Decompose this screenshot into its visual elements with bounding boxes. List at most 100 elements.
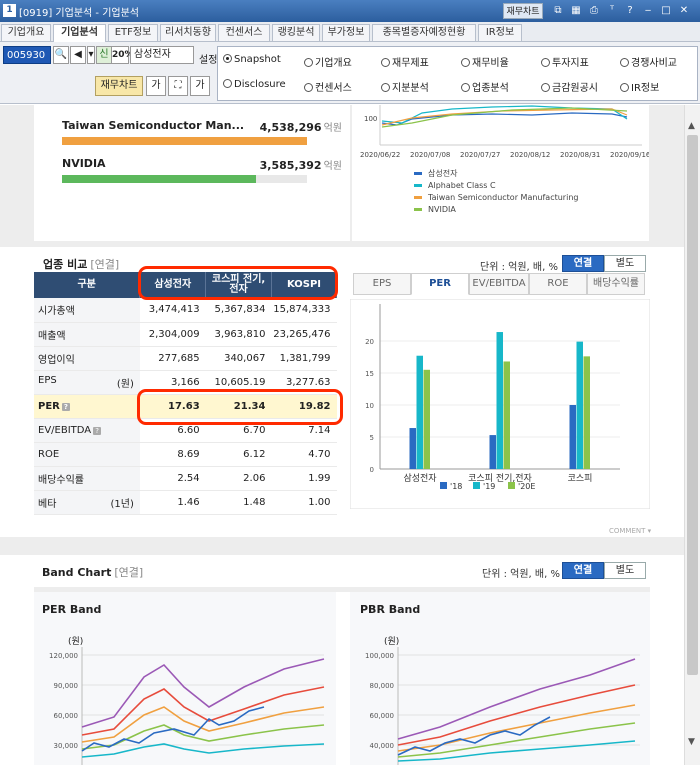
tab-2[interactable]: ETF정보 bbox=[108, 24, 158, 41]
stock-name-field[interactable]: 삼성전자 bbox=[130, 46, 194, 64]
tab-4[interactable]: 컨센서스 bbox=[218, 24, 270, 41]
dropdown-arrow-icon[interactable]: ▾ bbox=[87, 46, 95, 64]
radio-label: IR정보 bbox=[631, 83, 660, 94]
title-fin-chart-button[interactable]: 재무차트 bbox=[503, 3, 543, 19]
per-band-title: PER Band bbox=[42, 603, 102, 616]
value-text: 4,538,296 bbox=[259, 121, 322, 134]
radio-dot[interactable] bbox=[541, 58, 550, 67]
info-icon[interactable]: ? bbox=[93, 426, 102, 435]
y-tick-label: 10 bbox=[365, 402, 374, 410]
row-label: 배당수익률 bbox=[38, 474, 84, 486]
row-label: ROE bbox=[38, 448, 60, 460]
chart-tab-3[interactable]: ROE bbox=[529, 273, 587, 295]
tab-7[interactable]: 종목별증자예정현황 bbox=[372, 24, 476, 41]
annotation-header-box bbox=[138, 266, 338, 300]
consolidated-toggle[interactable]: 연결 bbox=[562, 255, 604, 272]
close-icon[interactable]: ✕ bbox=[677, 4, 691, 18]
scroll-down-icon[interactable]: ▼ bbox=[688, 737, 695, 747]
row-label: 매출액 bbox=[38, 330, 66, 342]
radio-dot[interactable] bbox=[461, 83, 470, 92]
radio-dot[interactable] bbox=[381, 58, 390, 67]
radio-option[interactable]: IR정보 bbox=[620, 79, 659, 94]
search-icon[interactable]: 🔍 bbox=[53, 46, 69, 64]
bar-18-0 bbox=[409, 428, 416, 469]
tab-6[interactable]: 부가정보 bbox=[322, 24, 370, 41]
table-cell: 5,367,834 bbox=[205, 298, 272, 323]
maximize-icon[interactable]: □ bbox=[659, 4, 673, 18]
legend-label: '18 bbox=[450, 482, 462, 491]
radio-dot[interactable] bbox=[304, 58, 313, 67]
tab-8[interactable]: IR정보 bbox=[478, 24, 522, 41]
print-icon[interactable]: ⎙ bbox=[587, 4, 601, 18]
stock-code-input[interactable]: 005930 bbox=[3, 46, 51, 64]
tab-1[interactable]: 기업분석 bbox=[53, 24, 106, 42]
chart-tab-4[interactable]: 배당수익률 bbox=[587, 273, 645, 295]
radio-option[interactable]: 경쟁사비교 bbox=[620, 54, 677, 69]
bar-20E-0 bbox=[423, 369, 430, 469]
band-separate-toggle[interactable]: 별도 bbox=[604, 562, 646, 579]
expand-icon[interactable]: ⛶ bbox=[168, 76, 188, 96]
restore-icon[interactable]: ⧉ bbox=[551, 4, 565, 18]
scroll-up-icon[interactable]: ▲ bbox=[688, 121, 695, 131]
chart-tab-0[interactable]: EPS bbox=[353, 273, 411, 295]
tab-0[interactable]: 기업개요 bbox=[1, 24, 51, 41]
chart-tab-1[interactable]: PER bbox=[411, 273, 469, 295]
tab-5[interactable]: 랭킹분석 bbox=[272, 24, 320, 41]
radio-dot[interactable] bbox=[541, 83, 550, 92]
scroll-thumb[interactable] bbox=[687, 135, 698, 675]
radio-option[interactable]: Disclosure bbox=[223, 79, 286, 90]
radio-label: 컨센서스 bbox=[315, 83, 352, 94]
radio-option[interactable]: 컨센서스 bbox=[304, 79, 352, 94]
font-increase-icon[interactable]: 가 bbox=[146, 76, 166, 96]
vertical-scrollbar[interactable]: ▲ ▼ bbox=[684, 105, 700, 765]
bar-19-2 bbox=[576, 341, 583, 469]
speaker-icon[interactable]: ◀ bbox=[70, 46, 86, 64]
radio-option[interactable]: 지분분석 bbox=[381, 79, 429, 94]
radio-option[interactable]: 재무비율 bbox=[461, 54, 509, 69]
separate-toggle[interactable]: 별도 bbox=[604, 255, 646, 272]
font-decrease-icon[interactable]: 가 bbox=[190, 76, 210, 96]
radio-option[interactable]: 금감원공시 bbox=[541, 79, 598, 94]
radio-label: 재무비율 bbox=[472, 58, 509, 69]
price-x-tick: 2020/07/08 bbox=[410, 151, 450, 159]
table-cell: 1,381,799 bbox=[271, 346, 337, 371]
row-label: PER bbox=[38, 400, 60, 412]
window-number: 1 bbox=[3, 4, 16, 17]
y-tick-label: 5 bbox=[370, 434, 374, 442]
price-chart: 100 2020/06/22 2020/07/08 2020/07/27 2020/08… bbox=[360, 105, 651, 214]
radio-dot[interactable] bbox=[304, 83, 313, 92]
minimize-icon[interactable]: ‒ bbox=[641, 4, 655, 18]
radio-dot[interactable] bbox=[461, 58, 470, 67]
radio-dot[interactable] bbox=[223, 79, 232, 88]
market-cap-row: Taiwan Semiconductor Man... 4,538,296 억원 bbox=[62, 119, 342, 149]
radio-dot[interactable] bbox=[381, 83, 390, 92]
info-icon[interactable]: ? bbox=[61, 402, 70, 411]
radio-option[interactable]: 재무제표 bbox=[381, 54, 429, 69]
tab-3[interactable]: 리서치동향 bbox=[160, 24, 216, 41]
radio-option[interactable]: 업종분석 bbox=[461, 79, 509, 94]
radio-option[interactable]: 투자지표 bbox=[541, 54, 589, 69]
chart-tab-2[interactable]: EV/EBITDA bbox=[469, 273, 529, 295]
radio-option[interactable]: 기업개요 bbox=[304, 54, 352, 69]
row-label: 영업이익 bbox=[38, 354, 75, 366]
comment-link-2[interactable]: COMMENT ▾ bbox=[609, 527, 651, 535]
help-icon[interactable]: ? bbox=[623, 4, 637, 18]
legend-swatch bbox=[414, 208, 422, 211]
radio-option[interactable]: Snapshot bbox=[223, 54, 281, 65]
table-cell: 23,265,476 bbox=[271, 322, 337, 347]
table-cell: 1.46 bbox=[139, 490, 206, 515]
table-cell: 2.54 bbox=[139, 466, 206, 491]
fin-chart-button[interactable]: 재무차트 bbox=[95, 76, 143, 96]
radio-dot[interactable] bbox=[620, 58, 629, 67]
table-cell: 277,685 bbox=[139, 346, 206, 371]
settings-label[interactable]: 설정 bbox=[199, 51, 217, 66]
radio-dot[interactable] bbox=[223, 54, 232, 63]
band-consolidated-toggle[interactable]: 연결 bbox=[562, 562, 604, 579]
price-x-tick: 2020/08/12 bbox=[510, 151, 550, 159]
grid-icon[interactable]: ▦ bbox=[569, 4, 583, 18]
font-size-icon[interactable]: ᵀ bbox=[605, 4, 619, 18]
legend-label: '20E bbox=[518, 482, 535, 491]
radio-dot[interactable] bbox=[620, 83, 629, 92]
credit-badge: 신 bbox=[96, 46, 112, 64]
band-y-tick: 60,000 bbox=[370, 712, 395, 720]
